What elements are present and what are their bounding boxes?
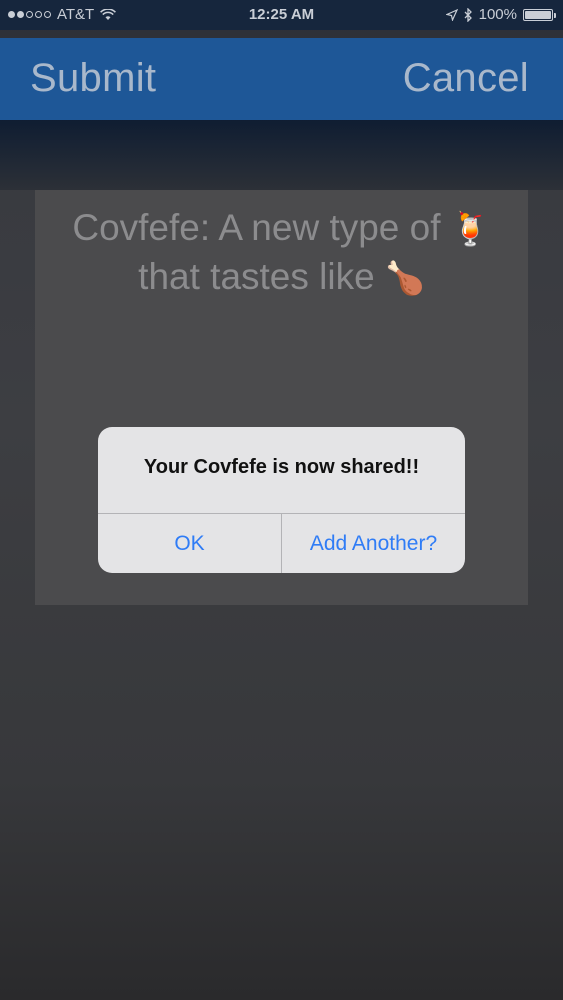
share-alert: Your Covfefe is now shared!! OK Add Anot…: [98, 427, 465, 573]
ok-button[interactable]: OK: [98, 514, 281, 573]
bluetooth-icon: [464, 7, 472, 22]
submit-button[interactable]: Submit: [30, 56, 156, 101]
battery-icon: [523, 8, 556, 21]
add-another-button[interactable]: Add Another?: [282, 514, 465, 573]
nav-bar: Submit Cancel: [0, 38, 563, 120]
alert-title: Your Covfefe is now shared!!: [143, 456, 420, 478]
drumstick-icon: 🍗: [384, 260, 425, 296]
battery-percent: 100%: [478, 6, 517, 23]
cancel-button[interactable]: Cancel: [403, 56, 529, 101]
covfefe-text: Covfefe: A new type of 🍹 that tastes lik…: [35, 204, 528, 302]
status-bar: AT&T 12:25 AM 100%: [0, 0, 563, 30]
nav-shadow: [0, 120, 563, 190]
status-right: 100%: [445, 6, 556, 23]
tropical-drink-icon: 🍹: [450, 211, 491, 247]
covfefe-line2-text: that tastes like: [138, 256, 375, 297]
covfefe-line1-text: Covfefe: A new type of: [72, 207, 441, 248]
location-arrow-icon: [445, 8, 458, 21]
battery-level-fill: [525, 10, 551, 19]
